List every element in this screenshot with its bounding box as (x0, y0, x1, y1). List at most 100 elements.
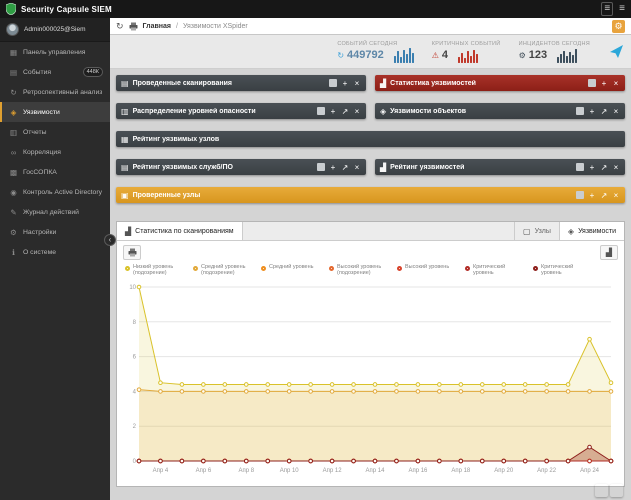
close-button[interactable]: × (353, 79, 361, 88)
svg-text:Апр 18: Апр 18 (451, 468, 471, 474)
breadcrumb-home-link[interactable]: Главная (143, 23, 171, 30)
critical-sparkline (458, 48, 479, 63)
add-button[interactable]: + (588, 107, 596, 116)
svg-text:Апр 22: Апр 22 (537, 468, 557, 474)
sidebar-item-correlation[interactable]: ∞ Корреляция (0, 142, 110, 162)
legend-item[interactable]: Средний уровень (подозрение) (193, 264, 253, 277)
stat-critical-events: КРИТИЧНЫХ СОБЫТИЙ ⚠ 4 (431, 40, 501, 63)
panel-header-object-vulns[interactable]: ◈ Уязвимости объектов + ↗ × (375, 103, 625, 119)
panel-buttons: + ↗ × (317, 107, 361, 116)
tab-scan-statistics[interactable]: ▟ Статистика по сканированиям (117, 222, 243, 240)
panel-header-services-rating[interactable]: ▤ Рейтинг уязвимых служб/ПО + ↗ × (116, 159, 366, 175)
sidebar-item-label: Отчеты (23, 128, 47, 136)
add-button[interactable]: + (341, 79, 349, 88)
add-button[interactable]: + (588, 163, 596, 172)
apps-menu-icon[interactable]: ≡ (601, 2, 614, 16)
hamburger-menu-icon[interactable]: ≡ (619, 3, 625, 15)
sidebar-item-gossopka[interactable]: ▩ ГосСОПКА (0, 162, 110, 182)
restore-button[interactable] (588, 79, 596, 87)
panel-title: Проверенные узлы (132, 191, 201, 199)
restore-button[interactable] (317, 107, 325, 115)
sidebar-item-ad-control[interactable]: ◉ Контроль Active Directory (0, 182, 110, 202)
chart-view-tabs: ▢ Узлы ◈ Уязвимости (514, 222, 624, 240)
close-button[interactable]: × (353, 107, 361, 116)
sidebar-collapse-button[interactable]: ‹ (104, 234, 116, 246)
sidebar-item-label: Ретроспективный анализ (23, 88, 103, 96)
panel-buttons: + ↗ × (576, 107, 620, 116)
restore-button[interactable] (329, 79, 337, 87)
report-icon: ▥ (9, 127, 18, 137)
legend-item[interactable]: Высокий уровень (397, 264, 457, 277)
svg-text:Апр 16: Апр 16 (408, 468, 428, 474)
legend-label: Высокий уровень (405, 264, 450, 270)
gear-icon: ⚙ (518, 50, 526, 60)
paper-plane-icon[interactable] (610, 45, 623, 58)
sidebar-item-events[interactable]: ▤ События 448К (0, 62, 110, 82)
dashboard-settings-button[interactable]: ⚙ (612, 19, 625, 33)
close-button[interactable]: × (612, 79, 620, 88)
legend-item[interactable]: Критический уровень (533, 264, 593, 277)
fab-button-add-widget[interactable] (610, 484, 623, 497)
user-menu[interactable]: Admin000025@Siem (0, 18, 110, 42)
expand-button[interactable]: ↗ (341, 163, 349, 172)
panel-header-danger-levels[interactable]: ▥ Распределение уровней опасности + ↗ × (116, 103, 366, 119)
chart-type-button[interactable]: ▟ (600, 245, 618, 260)
history-icon: ↻ (10, 87, 17, 97)
sidebar-item-about[interactable]: ℹ О системе (0, 242, 110, 262)
panel-title: Рейтинг уязвимых узлов (132, 135, 220, 143)
expand-button[interactable]: ↗ (600, 107, 608, 116)
panel-buttons: + ↗ × (576, 191, 620, 200)
topbar: Security Capsule SIEM ≡ ≡ (0, 0, 631, 18)
refresh-button[interactable]: ↻ (116, 21, 124, 32)
check-icon: ▣ (121, 190, 129, 200)
print-button[interactable] (129, 22, 138, 31)
sidebar-item-settings[interactable]: ⚙ Настройки (0, 222, 110, 242)
close-button[interactable]: × (612, 191, 620, 200)
legend-item[interactable]: Средний уровень (261, 264, 321, 277)
add-button[interactable]: + (329, 107, 337, 116)
close-button[interactable]: × (353, 163, 361, 172)
events-sparkline (393, 48, 414, 63)
sidebar-item-vulnerabilities[interactable]: ◈ Уязвимости (0, 102, 110, 122)
panel-buttons: + ↗ × (576, 163, 620, 172)
expand-button[interactable]: ↗ (600, 163, 608, 172)
scan-statistics-card: ▟ Статистика по сканированиям ▢ Узлы ◈ У… (116, 221, 625, 487)
add-button[interactable]: + (600, 79, 608, 88)
svg-text:2: 2 (133, 424, 137, 430)
sidebar-item-action-log[interactable]: ✎ Журнал действий (0, 202, 110, 222)
journal-icon: ✎ (10, 207, 17, 217)
bars-icon: ▥ (121, 106, 129, 116)
expand-button[interactable]: ↗ (600, 191, 608, 200)
legend-item[interactable]: Высокий уровень (подозрение) (329, 264, 389, 277)
restore-button[interactable] (576, 191, 584, 199)
add-button[interactable]: + (588, 191, 596, 200)
legend-item[interactable]: Критический уровень (подозрение) (465, 264, 525, 277)
expand-button[interactable]: ↗ (341, 107, 349, 116)
legend-dot (193, 266, 198, 271)
panel-buttons: + × (588, 79, 620, 88)
legend-item[interactable]: Низкий уровень (подозрение) (125, 264, 185, 277)
tab-label: Уязвимости (578, 227, 616, 235)
legend-label: Высокий уровень (подозрение) (337, 264, 382, 277)
panel-header-scans[interactable]: ▤ Проведенные сканирования + × (116, 75, 366, 91)
panel-header-vulns-rating[interactable]: ▟ Рейтинг уязвимостей + ↗ × (375, 159, 625, 175)
sidebar-item-reports[interactable]: ▥ Отчеты (0, 122, 110, 142)
tab-vulnerabilities[interactable]: ◈ Уязвимости (558, 222, 624, 240)
tab-nodes[interactable]: ▢ Узлы (514, 222, 559, 240)
sidebar-item-retrospective[interactable]: ↻ Ретроспективный анализ (0, 82, 110, 102)
panel-header-checked-nodes[interactable]: ▣ Проверенные узлы + ↗ × (116, 187, 625, 203)
restore-button[interactable] (317, 163, 325, 171)
restore-button[interactable] (576, 107, 584, 115)
add-button[interactable]: + (329, 163, 337, 172)
close-button[interactable]: × (612, 107, 620, 116)
fab-button-scroll-top[interactable] (595, 484, 608, 497)
legend-label: Критический уровень (541, 264, 574, 277)
panel-header-vuln-stats[interactable]: ▟ Статистика уязвимостей + × (375, 75, 625, 91)
panel-title: Проведенные сканирования (132, 79, 232, 87)
close-button[interactable]: × (612, 163, 620, 172)
refresh-icon: ↻ (337, 50, 345, 60)
panel-header-nodes-rating[interactable]: ▦ Рейтинг уязвимых узлов (116, 131, 625, 147)
chart-print-button[interactable] (123, 245, 141, 260)
sidebar-item-dashboard[interactable]: ▦ Панель управления (0, 42, 110, 62)
restore-button[interactable] (576, 163, 584, 171)
